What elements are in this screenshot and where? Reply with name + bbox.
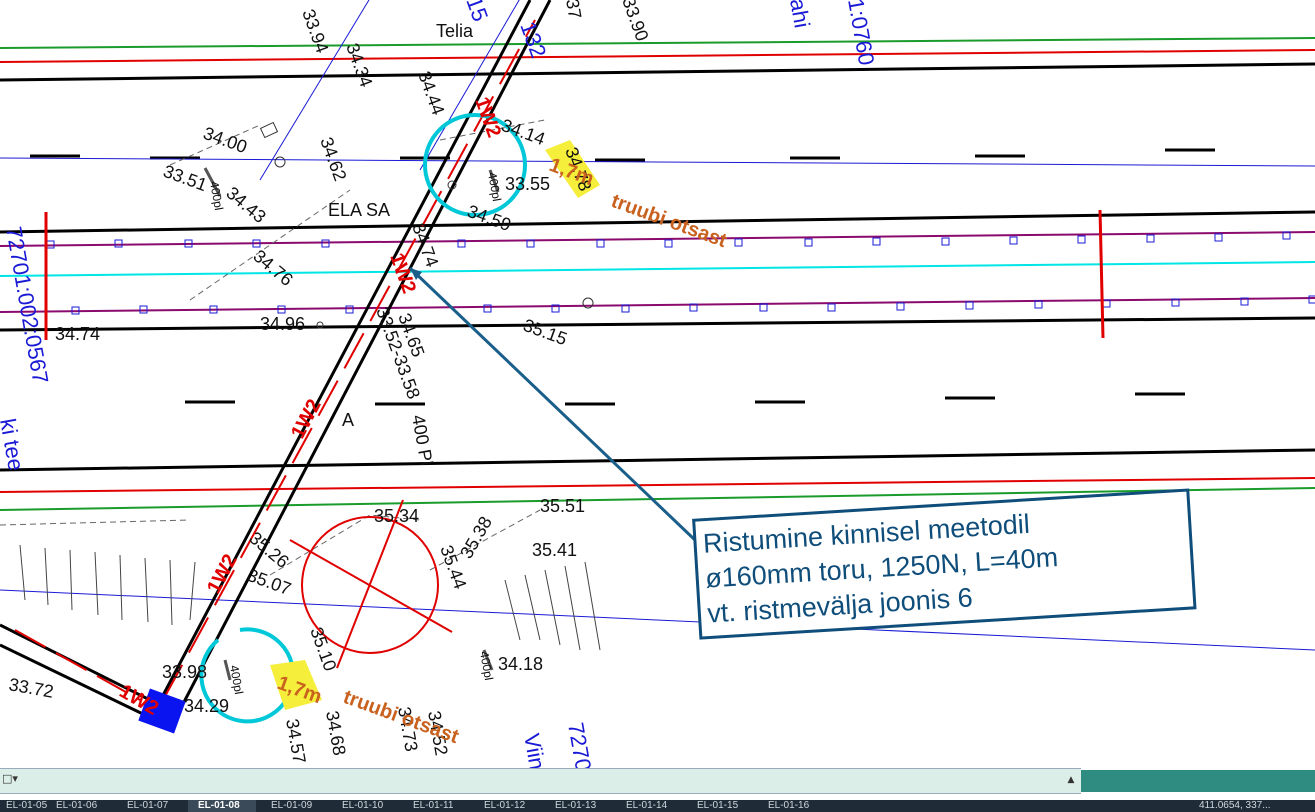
verge-line bbox=[0, 37, 1315, 49]
layout-tab[interactable]: EL-01-13 bbox=[545, 800, 596, 812]
road-edge-line bbox=[0, 477, 1315, 493]
spot-heights: 33.94 34.34 34.44 34.00 34.62 33.51 34.4… bbox=[7, 0, 652, 765]
carriageway-edge bbox=[0, 316, 1315, 332]
pipe-spec-label: 400 Pl bbox=[408, 413, 437, 467]
spot-height: 35.07 bbox=[245, 565, 294, 599]
spot-height: 35.10 bbox=[306, 625, 340, 674]
layout-tab[interactable]: EL-01-09 bbox=[261, 800, 312, 812]
spot-height: 33.55 bbox=[505, 174, 550, 194]
water-line bbox=[0, 261, 1315, 277]
carriageway-edge bbox=[0, 448, 1315, 472]
spot-height: 35.34 bbox=[374, 506, 419, 526]
spot-height: 35.38 bbox=[456, 513, 496, 562]
pipe-code-label: 1W2 bbox=[470, 94, 505, 140]
spot-height: 34.74 bbox=[55, 324, 100, 344]
layout-tab[interactable]: EL-01-15 bbox=[687, 800, 738, 812]
spot-height: 34.00 bbox=[201, 123, 250, 157]
command-line[interactable]: □▾ ▲ bbox=[0, 768, 1081, 794]
culvert-size-label: 400pl bbox=[485, 171, 504, 202]
utility-owner-label: Telia bbox=[436, 21, 474, 41]
layout-tab-bar: EL-01-05 EL-01-06 EL-01-07 EL-01-08 EL-0… bbox=[0, 800, 1315, 812]
cable-line-top bbox=[0, 157, 1315, 167]
lane-dashes-top bbox=[30, 148, 1215, 162]
spot-height: 33.72 bbox=[7, 674, 55, 702]
road-edge-line bbox=[0, 49, 1315, 63]
spot-height: 35.51 bbox=[540, 496, 585, 516]
layout-tab[interactable]: EL-01-11 bbox=[403, 800, 453, 812]
spot-height: 34.68 bbox=[322, 709, 350, 757]
terrain-lines bbox=[0, 119, 546, 576]
spot-height: 33.90 bbox=[618, 0, 652, 44]
spot-height: 34.18 bbox=[498, 654, 543, 674]
cadastral-label: 1:0760 bbox=[843, 0, 879, 67]
expand-arrow-icon[interactable]: ▲ bbox=[1063, 769, 1079, 791]
layout-tab[interactable]: EL-01-06 bbox=[46, 800, 97, 812]
culvert-size-label: 400pl bbox=[227, 664, 246, 695]
spot-height: 34.14 bbox=[499, 115, 548, 149]
spot-height: 35.41 bbox=[532, 540, 577, 560]
command-history-icon[interactable]: □▾ bbox=[2, 772, 18, 785]
area-label: A bbox=[342, 410, 354, 430]
culvert-size-label: 400pl bbox=[477, 650, 496, 681]
spot-height: 34.57 bbox=[282, 717, 310, 765]
cadastral-label: ahi bbox=[785, 0, 815, 30]
spot-height: 34.29 bbox=[184, 696, 229, 716]
carriageway-edge bbox=[0, 62, 1315, 82]
layout-tab[interactable]: EL-01-10 bbox=[332, 800, 383, 812]
main-line-lower bbox=[0, 297, 1315, 313]
spot-height: 34.76 bbox=[249, 246, 296, 290]
lane-dashes-lower bbox=[185, 392, 1185, 406]
layout-tab[interactable]: EL-01-16 bbox=[758, 800, 809, 812]
viewport-strip bbox=[1081, 770, 1315, 792]
cadastral-label: ki tee bbox=[0, 417, 29, 473]
spot-height: 33.51 bbox=[161, 161, 210, 195]
crossing-callout: Ristumine kinnisel meetodil ø160mm toru,… bbox=[692, 488, 1197, 640]
spot-height: 34.34 bbox=[342, 41, 376, 90]
spot-height: 34.43 bbox=[222, 183, 269, 227]
cad-drawing-canvas[interactable]: 33.94 34.34 34.44 34.00 34.62 33.51 34.4… bbox=[0, 0, 1315, 812]
culvert-size-label: 400pl bbox=[207, 180, 226, 211]
spot-height: 33.94 bbox=[298, 7, 332, 56]
cadastral-label: 37 bbox=[562, 0, 585, 20]
layout-tab[interactable]: EL-01-12 bbox=[474, 800, 525, 812]
spot-height: 35.15 bbox=[521, 315, 570, 349]
pipe-route bbox=[0, 0, 552, 726]
layout-tab-active[interactable]: EL-01-08 bbox=[188, 800, 256, 812]
spot-height: 33.98 bbox=[162, 662, 207, 682]
layout-tab[interactable]: EL-01-14 bbox=[616, 800, 667, 812]
spot-height: 34.96 bbox=[260, 314, 305, 334]
layout-tab[interactable]: EL-01-07 bbox=[117, 800, 168, 812]
coordinate-readout: 411.0654, 337... bbox=[1199, 800, 1271, 811]
layout-tab[interactable]: EL-01-05 bbox=[0, 800, 47, 812]
pipe-code-label: 1W2 bbox=[287, 396, 326, 443]
utility-owner-label: ELA SA bbox=[328, 200, 390, 220]
spot-height: 34.62 bbox=[316, 135, 350, 184]
main-line-upper bbox=[0, 231, 1315, 247]
